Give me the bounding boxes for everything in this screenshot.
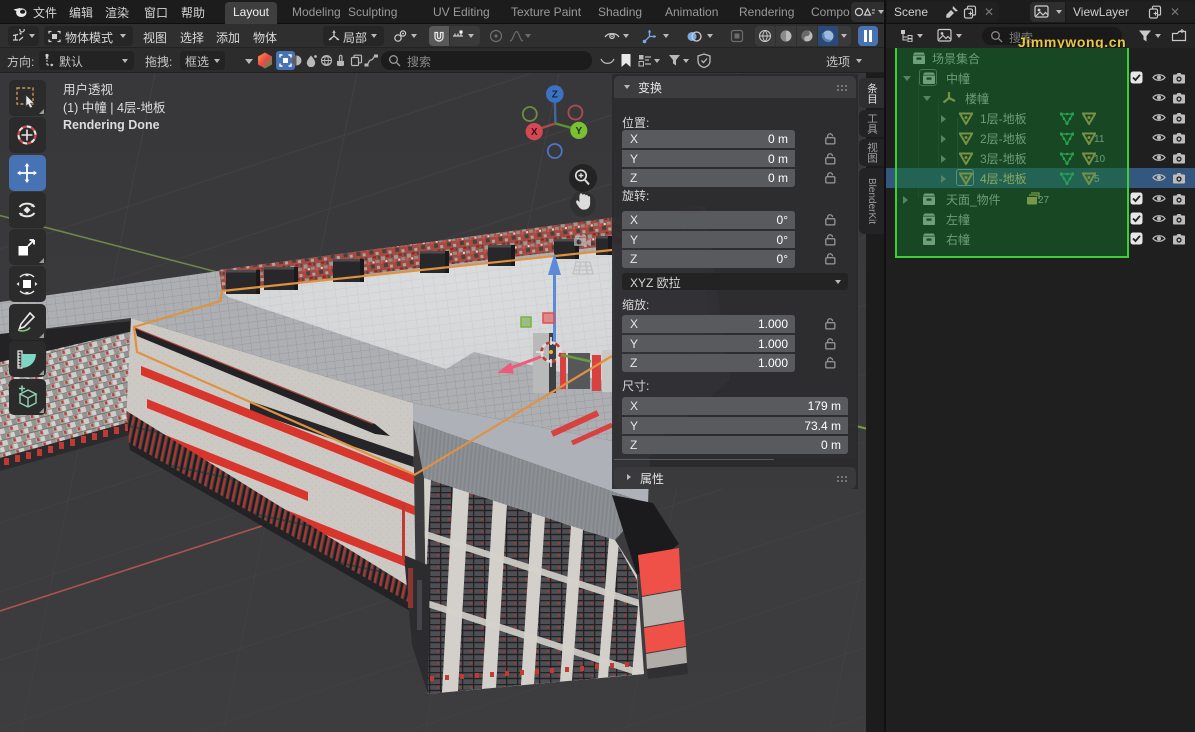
svg-text:Z: Z (552, 90, 558, 101)
svg-text:X: X (531, 127, 538, 138)
svg-text:Y: Y (575, 126, 582, 137)
